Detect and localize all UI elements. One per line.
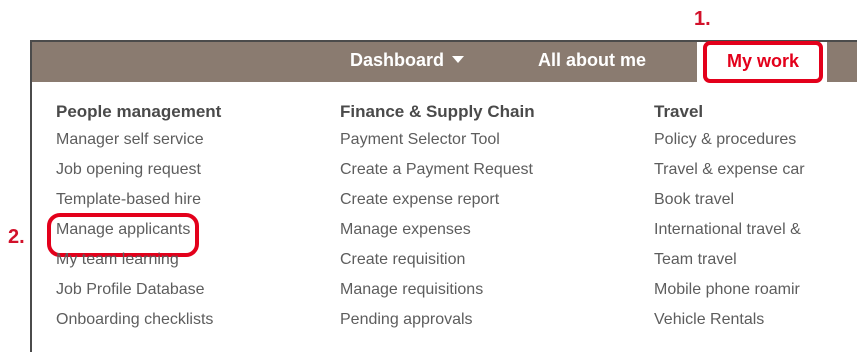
nav-dashboard[interactable]: Dashboard — [350, 42, 465, 82]
step-1-callout: 1. — [694, 8, 711, 30]
link-create-requisition[interactable]: Create requisition — [340, 250, 535, 280]
nav-my-work[interactable]: My work — [703, 41, 823, 83]
manage-applicants-row: Manage applicants — [46, 213, 221, 257]
link-vehicle-rentals[interactable]: Vehicle Rentals — [654, 310, 857, 340]
link-policy-procedures[interactable]: Policy & procedures — [654, 130, 857, 160]
step-2-callout: 2. — [8, 226, 25, 248]
column-heading-finance-supply-chain: Finance & Supply Chain — [340, 102, 535, 121]
link-payment-selector-tool[interactable]: Payment Selector Tool — [340, 130, 535, 160]
link-travel-expense-card[interactable]: Travel & expense car — [654, 160, 857, 190]
link-create-payment-request[interactable]: Create a Payment Request — [340, 160, 535, 190]
top-navigation-bar: Dashboard All about me My work — [32, 41, 857, 84]
portal-menu-frame: Dashboard All about me My work People ma… — [30, 40, 857, 352]
link-onboarding-checklists[interactable]: Onboarding checklists — [56, 310, 221, 340]
link-mobile-phone-roaming[interactable]: Mobile phone roamir — [654, 280, 857, 310]
column-heading-people-management: People management — [56, 102, 222, 121]
link-create-expense-report[interactable]: Create expense report — [340, 190, 535, 220]
link-book-travel[interactable]: Book travel — [654, 190, 857, 220]
link-pending-approvals[interactable]: Pending approvals — [340, 310, 535, 340]
link-manage-requisitions[interactable]: Manage requisitions — [340, 280, 535, 310]
link-manage-applicants[interactable]: Manage applicants — [46, 213, 200, 257]
link-template-based-hire[interactable]: Template-based hire — [56, 190, 221, 220]
column-heading-travel: Travel — [654, 102, 704, 121]
caret-down-icon — [452, 55, 465, 63]
link-team-travel[interactable]: Team travel — [654, 250, 857, 280]
link-international-travel[interactable]: International travel & — [654, 220, 857, 250]
people-management-column: People management Manager self service J… — [46, 100, 222, 340]
link-manage-expenses[interactable]: Manage expenses — [340, 220, 535, 250]
link-manager-self-service[interactable]: Manager self service — [56, 130, 221, 160]
travel-column: Travel Policy & procedures Travel & expe… — [654, 100, 857, 340]
nav-dashboard-label: Dashboard — [350, 50, 445, 70]
link-job-opening-request[interactable]: Job opening request — [56, 160, 221, 190]
nav-all-about-me[interactable]: All about me — [538, 42, 646, 82]
finance-supply-chain-column: Finance & Supply Chain Payment Selector … — [340, 100, 535, 340]
link-my-team-learning[interactable]: My team learning — [56, 250, 221, 280]
link-job-profile-database[interactable]: Job Profile Database — [56, 280, 221, 310]
